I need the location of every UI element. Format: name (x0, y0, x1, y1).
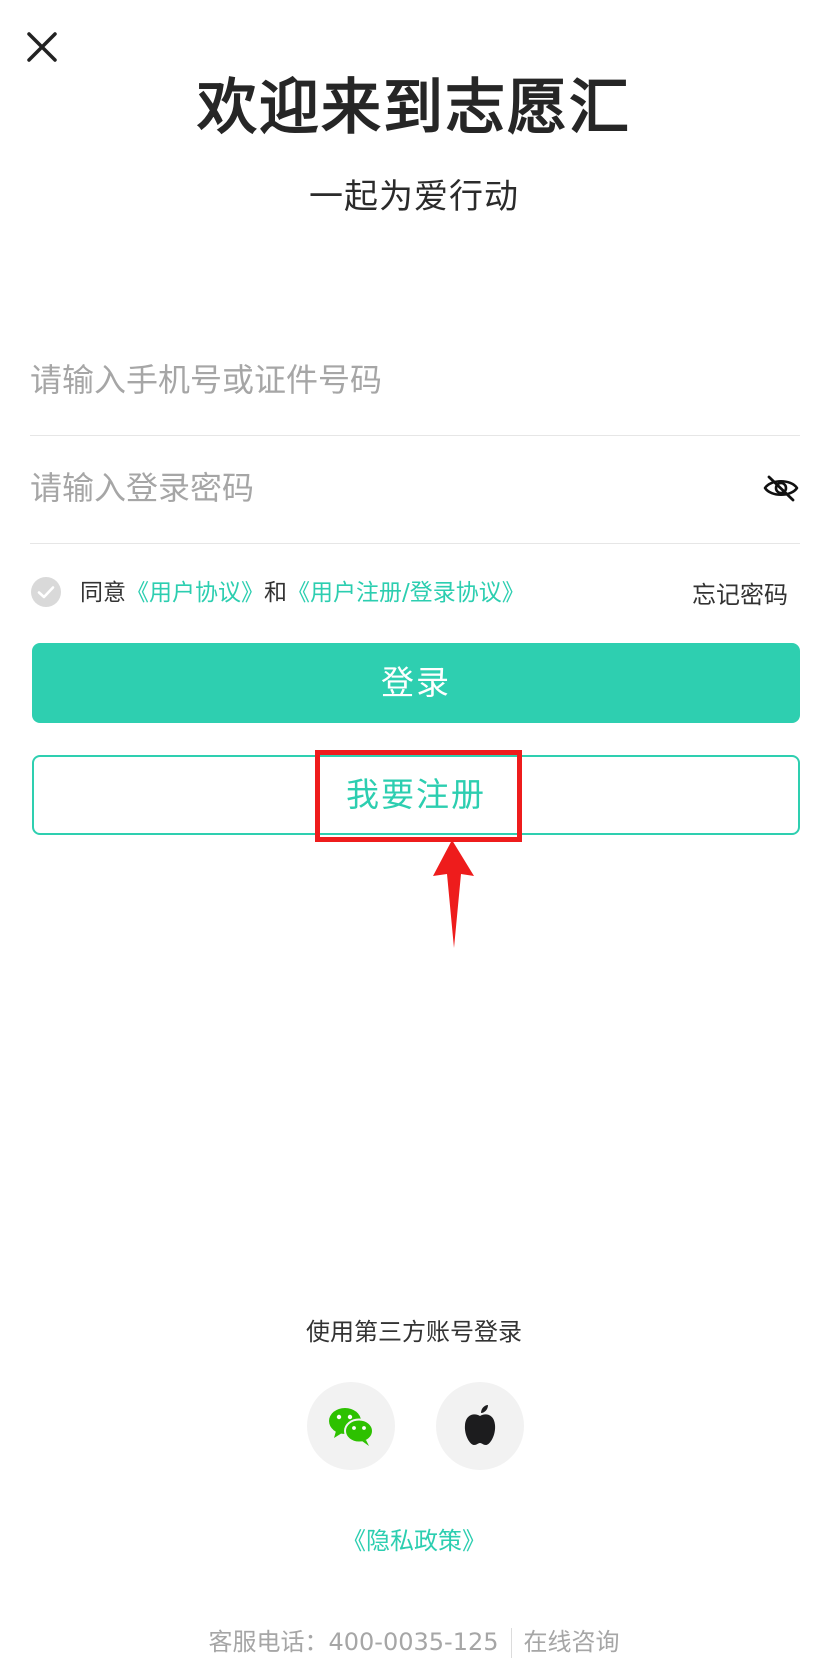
customer-service-hotline: 客服电话：400-0035-125 (208, 1628, 499, 1656)
login-button[interactable]: 登录 (32, 643, 800, 723)
eye-hidden-icon (763, 475, 799, 502)
annotation-arrow (430, 840, 482, 950)
page-title: 欢迎来到志愿汇 (197, 73, 631, 143)
agreement-checkbox[interactable] (30, 576, 62, 608)
privacy-policy-link[interactable]: 《隐私政策》 (342, 1527, 486, 1555)
login-page: 欢迎来到志愿汇 一起为爱行动 同意《用户协议》和《用户注册/登录协议》 忘记密码… (0, 0, 828, 1665)
wechat-login-button[interactable] (307, 1382, 395, 1470)
check-circle-icon (31, 577, 61, 607)
agreement-prefix: 同意 (80, 580, 126, 606)
agreement-text: 同意《用户协议》和《用户注册/登录协议》 (80, 573, 525, 613)
user-agreement-link[interactable]: 《用户协议》 (126, 580, 264, 606)
phone-field (30, 325, 800, 436)
apple-login-button[interactable] (436, 1382, 524, 1470)
online-consult-link[interactable]: 在线咨询 (524, 1628, 620, 1656)
third-party-login-label: 使用第三方账号登录 (306, 1318, 522, 1346)
register-agreement-link[interactable]: 《用户注册/登录协议》 (287, 580, 525, 606)
footer-divider (510, 1628, 512, 1658)
close-button[interactable] (20, 25, 64, 69)
agreement-row: 同意《用户协议》和《用户注册/登录协议》 忘记密码 (30, 573, 800, 613)
wechat-icon (329, 1408, 374, 1446)
password-field (30, 433, 800, 544)
footer: 客服电话：400-0035-125 在线咨询 (0, 1624, 828, 1660)
apple-icon (464, 1405, 496, 1445)
password-input[interactable] (30, 433, 730, 543)
page-subtitle: 一起为爱行动 (309, 177, 519, 217)
phone-input[interactable] (30, 325, 730, 435)
arrow-up-icon (433, 840, 474, 948)
agreement-conjunction: 和 (264, 580, 287, 606)
password-visibility-toggle[interactable] (762, 469, 800, 507)
forgot-password-link[interactable]: 忘记密码 (692, 575, 788, 615)
close-icon (27, 32, 57, 62)
register-button[interactable]: 我要注册 (32, 755, 800, 835)
privacy-policy-row: 《隐私政策》 (0, 1523, 828, 1559)
